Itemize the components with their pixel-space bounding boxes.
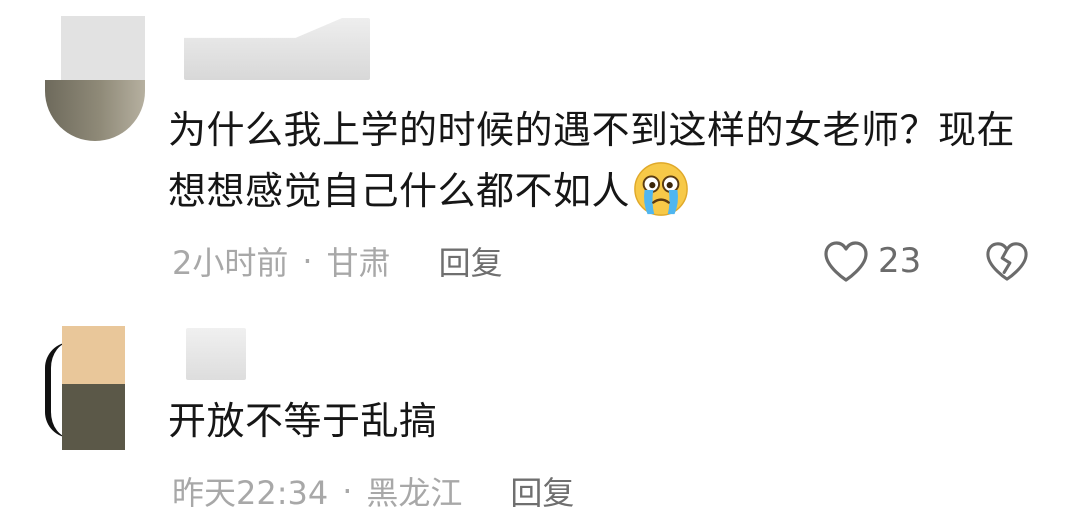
reply-button[interactable]: 回复 (439, 238, 503, 284)
heart-outline-icon (824, 241, 868, 282)
like-button[interactable]: 23 (822, 236, 921, 286)
comment-time: 昨天22:34 (172, 474, 329, 512)
reply-button[interactable]: 回复 (510, 468, 574, 514)
avatar[interactable] (45, 326, 125, 450)
comment-time: 2小时前 (172, 244, 289, 282)
username-redacted[interactable] (184, 18, 370, 80)
comment-item: 开放不等于乱搞 昨天22:34 · 黑龙江 回复 (0, 318, 1080, 512)
crying-face-emoji (634, 162, 688, 216)
comment-text-content: 为什么我上学的时候的遇不到这样的女老师？现在想想感觉自己什么都不如人 (168, 108, 1016, 213)
comment-meta: 2小时前 · 甘肃 回复 (172, 236, 503, 286)
comment-text: 开放不等于乱搞 (168, 391, 1038, 451)
username-redacted[interactable] (186, 328, 246, 380)
meta-separator: · (342, 472, 353, 510)
comment-location: 黑龙江 (366, 474, 463, 512)
comment-text: 为什么我上学的时候的遇不到这样的女老师？现在想想感觉自己什么都不如人 (168, 100, 1038, 221)
avatar[interactable] (45, 16, 145, 141)
dislike-button[interactable] (982, 236, 1032, 286)
comment-meta: 昨天22:34 · 黑龙江 回复 (172, 466, 574, 516)
broken-heart-icon (986, 242, 1028, 281)
comment-text-content: 开放不等于乱搞 (168, 399, 438, 443)
meta-separator: · (302, 242, 313, 280)
like-count: 23 (878, 241, 922, 281)
comment-location: 甘肃 (326, 244, 391, 282)
comment-item: 为什么我上学的时候的遇不到这样的女老师？现在想想感觉自己什么都不如人 2小时前 … (0, 0, 1080, 300)
